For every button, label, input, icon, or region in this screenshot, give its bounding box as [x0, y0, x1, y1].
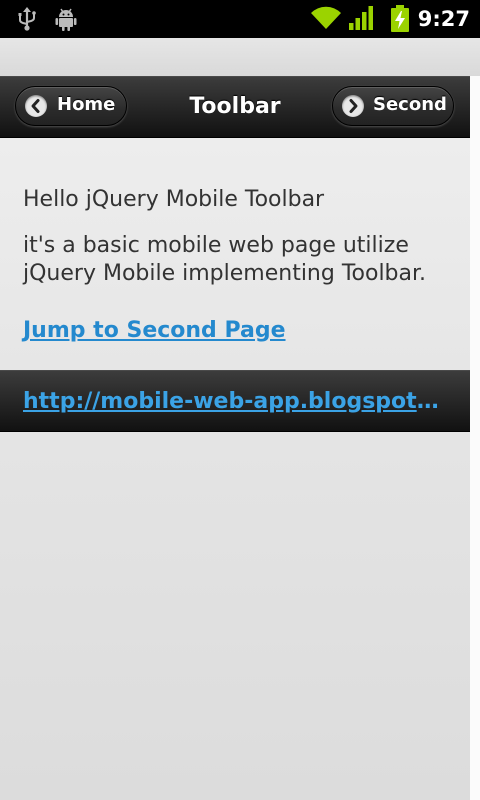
- greeting-text: Hello jQuery Mobile Toolbar: [23, 187, 325, 212]
- android-debug-icon: [54, 6, 78, 36]
- header-toolbar: Home Toolbar Second: [0, 76, 470, 138]
- battery-charging-icon: [390, 5, 410, 37]
- chevron-right-icon: [342, 95, 364, 117]
- footer-blog-link[interactable]: http://mobile-web-app.blogspot.com/: [23, 387, 443, 417]
- page-gutter: [470, 76, 480, 800]
- wifi-icon: [310, 5, 342, 35]
- signal-icon: [348, 5, 376, 35]
- status-time: 9:27: [417, 7, 470, 31]
- content: Hello jQuery Mobile Toolbar it's a basic…: [23, 180, 463, 346]
- status-bar: 9:27: [0, 0, 480, 38]
- second-button-label: Second: [373, 94, 447, 115]
- page: Home Toolbar Second Hello jQuery Mobile …: [0, 76, 470, 800]
- description-text: it's a basic mobile web page utilize jQu…: [23, 233, 427, 286]
- usb-icon: [16, 6, 38, 36]
- jump-to-second-page-link[interactable]: Jump to Second Page: [23, 316, 463, 346]
- second-button[interactable]: Second: [332, 86, 454, 126]
- footer-toolbar: http://mobile-web-app.blogspot.com/: [0, 370, 470, 432]
- browser-url-strip: [0, 38, 480, 76]
